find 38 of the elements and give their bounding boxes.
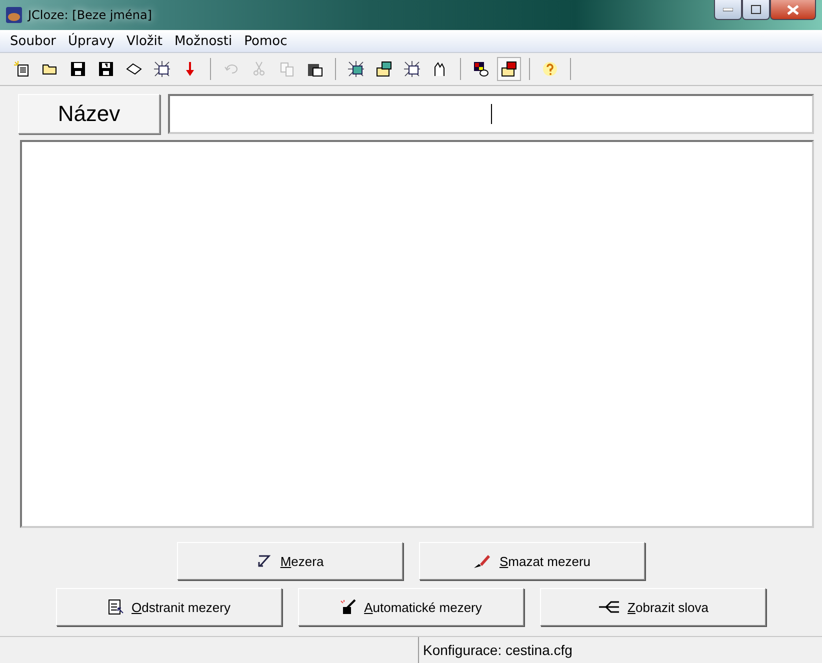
- menu-item[interactable]: Úpravy: [62, 34, 120, 48]
- action-button[interactable]: Smazat mezeru: [419, 542, 645, 580]
- minimize-button[interactable]: [714, 0, 742, 20]
- document-icon: [108, 599, 124, 615]
- web-icon: [154, 61, 170, 77]
- menu-item[interactable]: Možnosti: [168, 34, 238, 48]
- menu-item[interactable]: Pomoc: [238, 34, 294, 48]
- action-button[interactable]: Odstranit mezery: [56, 588, 282, 626]
- maximize-icon: [751, 5, 761, 14]
- minimize-icon: [723, 8, 733, 12]
- magic-wand-icon: [340, 599, 356, 615]
- new-document-icon: [14, 61, 30, 77]
- action-button[interactable]: Automatické mezery: [298, 588, 524, 626]
- palette-icon: [473, 61, 489, 77]
- web-icon: [404, 61, 420, 77]
- close-button[interactable]: [770, 0, 816, 20]
- close-icon: [787, 4, 799, 14]
- maximize-button[interactable]: [742, 0, 770, 20]
- eraser-icon: [473, 553, 492, 569]
- status-text: Konfigurace: cestina.cfg: [418, 637, 822, 663]
- menu-item[interactable]: Soubor: [4, 34, 62, 48]
- branch-icon: [598, 600, 620, 614]
- toolbar-button[interactable]: [497, 57, 521, 81]
- web-picture-icon: [348, 61, 364, 77]
- copy-icon: [279, 61, 295, 77]
- action-button[interactable]: Zobrazit slova: [540, 588, 766, 626]
- folder-picture-icon: [501, 61, 517, 77]
- app-icon: [6, 7, 22, 23]
- paste-icon: [307, 61, 323, 77]
- help-icon: [542, 61, 558, 77]
- action-button[interactable]: Mezera: [177, 542, 403, 580]
- folder-picture-icon: [376, 61, 392, 77]
- gap-arrow-icon: [256, 554, 272, 568]
- title-label: Název: [18, 94, 160, 134]
- scissors-icon: [251, 61, 267, 77]
- title-field[interactable]: [168, 94, 814, 134]
- window-title: JCloze: [Beze jména]: [28, 8, 152, 22]
- menu-item[interactable]: Vložit: [120, 34, 168, 48]
